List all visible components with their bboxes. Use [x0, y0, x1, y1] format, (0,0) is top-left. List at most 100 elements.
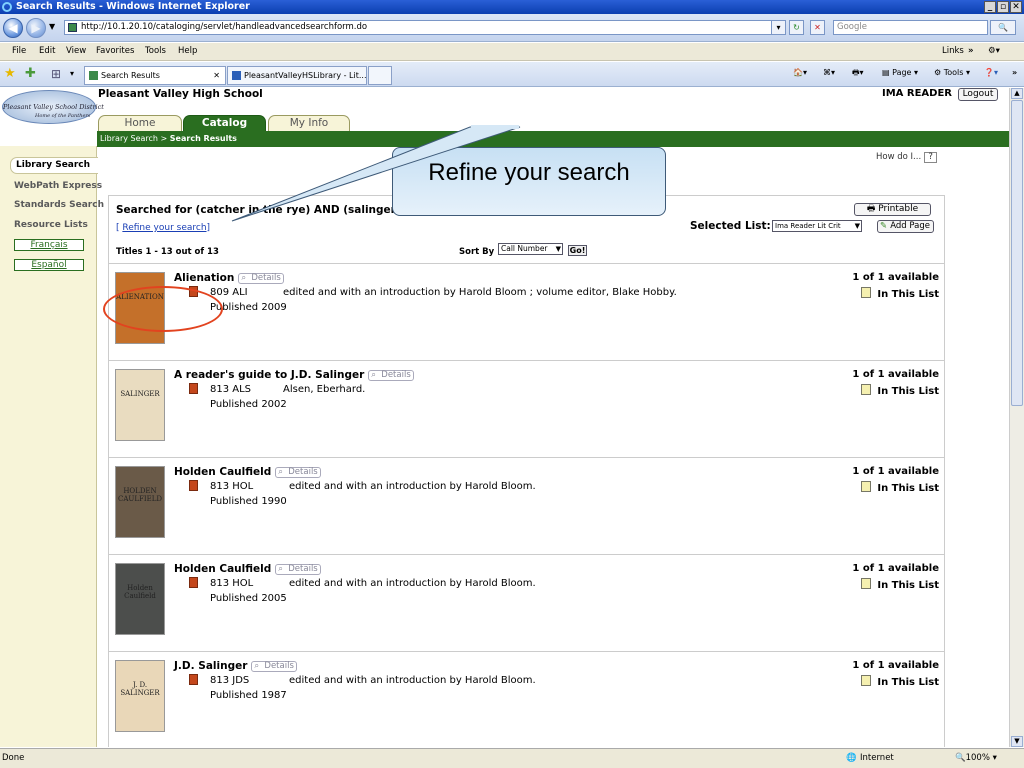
result-title[interactable]: A reader's guide to J.D. Salinger [174, 369, 364, 381]
tab-my-info[interactable]: My Info [268, 115, 350, 131]
sidebar-item-resource-lists[interactable]: Resource Lists [14, 220, 88, 230]
search-input[interactable]: Google [833, 20, 988, 35]
book-cover-image[interactable]: Holden Caulfield [115, 563, 165, 635]
logout-button[interactable]: Logout [958, 88, 998, 101]
new-tab-button[interactable] [368, 66, 392, 85]
search-button[interactable]: 🔍 [990, 20, 1016, 35]
list-icon [861, 675, 872, 686]
language-francais-button[interactable]: Français [14, 239, 84, 251]
forward-button[interactable]: ▶ [26, 18, 46, 38]
result-title[interactable]: Holden Caulfield [174, 563, 271, 575]
close-tab-icon[interactable]: ✕ [213, 67, 220, 84]
tools-menu[interactable]: ⚙ Tools ▾ [934, 66, 970, 80]
list-status[interactable]: In This List [861, 675, 939, 688]
feeds-icon[interactable]: ⌘▾ [823, 66, 835, 80]
close-window-button[interactable]: ✕ [1010, 1, 1022, 13]
help-icon[interactable]: ❓▾ [984, 66, 998, 80]
details-button[interactable]: ⌕ Details [368, 370, 414, 381]
scroll-up-arrow[interactable]: ▲ [1011, 88, 1023, 99]
refine-search-label: Refine your search [122, 223, 207, 233]
selected-list-value: Ima Reader Lit Crit [775, 222, 841, 230]
page-menu[interactable]: ▤ Page ▾ [882, 66, 918, 80]
favorites-star-icon[interactable]: ★ [4, 66, 16, 81]
printable-button[interactable]: 🖶 Printable [854, 203, 931, 216]
author: edited and with an introduction by Harol… [283, 287, 677, 298]
menu-file[interactable]: File [12, 43, 26, 60]
book-cover-image[interactable]: J. D. SALINGER [115, 660, 165, 732]
sort-by-select[interactable]: Call Number ▼ [498, 243, 563, 255]
list-status-label: In This List [877, 386, 939, 397]
back-button[interactable]: ◀ [3, 18, 23, 38]
zoom-value: 100% [965, 753, 990, 763]
result-row: J. D. SALINGER J.D. Salinger ⌕ Details 813 J… [109, 651, 944, 747]
go-button[interactable]: Go! [568, 245, 587, 256]
address-input[interactable]: http://10.1.20.10/cataloging/servlet/han… [64, 20, 785, 35]
toolbar-addon-icon[interactable]: ⚙▾ [988, 43, 1000, 60]
result-row: HOLDEN CAULFIELD Holden Caulfield ⌕ Details… [109, 457, 944, 554]
details-button[interactable]: ⌕ Details [275, 564, 321, 575]
sidebar-item-webpath-express[interactable]: WebPath Express [14, 181, 102, 191]
result-title[interactable]: Holden Caulfield [174, 466, 271, 478]
ie-logo-icon [2, 2, 12, 12]
book-cover-image[interactable]: HOLDEN CAULFIELD [115, 466, 165, 538]
breadcrumb-parent[interactable]: Library Search [100, 134, 158, 143]
tab-list-dropdown-icon[interactable]: ▾ [70, 69, 74, 78]
list-status[interactable]: In This List [861, 481, 939, 494]
menu-edit[interactable]: Edit [39, 43, 55, 60]
result-title[interactable]: J.D. Salinger [174, 660, 247, 672]
logo-subtext: Home of the Panthers [35, 113, 91, 119]
history-dropdown-icon[interactable]: ▼ [49, 22, 55, 31]
minimize-button[interactable]: _ [984, 1, 996, 13]
chevron-right-icon[interactable]: » [1012, 66, 1017, 80]
tab-label: PleasantValleyHSLibrary - Lit... [244, 71, 367, 80]
menu-help[interactable]: Help [178, 43, 197, 60]
tab-library[interactable]: PleasantValleyHSLibrary - Lit... [227, 66, 367, 85]
details-button[interactable]: ⌕ Details [238, 273, 284, 284]
window-title-bar: Search Results - Windows Internet Explor… [0, 0, 1024, 14]
refresh-button[interactable]: ↻ [789, 20, 804, 35]
list-status-label: In This List [877, 483, 939, 494]
details-label: Details [381, 370, 411, 380]
sidebar-item-standards-search[interactable]: Standards Search [14, 200, 104, 210]
menu-tools[interactable]: Tools [145, 43, 166, 60]
scroll-thumb[interactable] [1011, 100, 1023, 406]
details-button[interactable]: ⌕ Details [275, 467, 321, 478]
details-label: Details [288, 564, 318, 574]
list-status[interactable]: In This List [861, 384, 939, 397]
list-status[interactable]: In This List [861, 578, 939, 591]
selected-list-select[interactable]: Ima Reader Lit Crit ▼ [772, 220, 862, 232]
details-button[interactable]: ⌕ Details [251, 661, 297, 672]
stop-button[interactable]: ✕ [810, 20, 825, 35]
menu-favorites[interactable]: Favorites [96, 43, 134, 60]
add-page-button[interactable]: ✎ Add Page [877, 220, 934, 233]
links-toolbar[interactable]: Links [942, 43, 964, 60]
globe-icon: 🌐 [846, 753, 857, 763]
sort-by-value: Call Number [501, 244, 548, 253]
user-name: IMA READER [882, 88, 952, 99]
add-favorite-icon[interactable]: ✚ [25, 66, 36, 81]
language-espanol-button[interactable]: Español [14, 259, 84, 271]
list-status[interactable]: In This List [861, 287, 939, 300]
tab-home[interactable]: Home [98, 115, 182, 131]
address-dropdown-button[interactable]: ▾ [771, 20, 786, 35]
how-do-i-link[interactable]: How do I...? [876, 152, 938, 163]
menu-view[interactable]: View [66, 43, 86, 60]
zoom-level[interactable]: 🔍100% ▾ [955, 749, 997, 767]
add-page-label: Add Page [890, 221, 930, 231]
chevron-down-icon: ▼ [854, 222, 860, 230]
sidebar-item-library-search[interactable]: Library Search [10, 157, 98, 174]
chevron-right-icon[interactable]: » [968, 43, 974, 60]
page-menu-label: Page [892, 68, 912, 77]
home-icon[interactable]: 🏠▾ [793, 66, 807, 80]
quick-tabs-icon[interactable]: ⊞ [51, 67, 61, 81]
menu-bar: File Edit View Favorites Tools Help Link… [0, 43, 1024, 61]
tab-catalog[interactable]: Catalog [183, 115, 266, 131]
tab-search-results[interactable]: Search Results ✕ [84, 66, 226, 85]
refine-search-link[interactable]: [ Refine your search] [116, 223, 210, 233]
result-title[interactable]: Alienation [174, 272, 234, 284]
vertical-scrollbar[interactable]: ▲ ▼ [1009, 88, 1024, 747]
print-icon[interactable]: 🖶▾ [852, 66, 864, 80]
book-cover-image[interactable]: SALINGER [115, 369, 165, 441]
restore-button[interactable]: ▫ [997, 1, 1009, 13]
scroll-down-arrow[interactable]: ▼ [1011, 736, 1023, 747]
